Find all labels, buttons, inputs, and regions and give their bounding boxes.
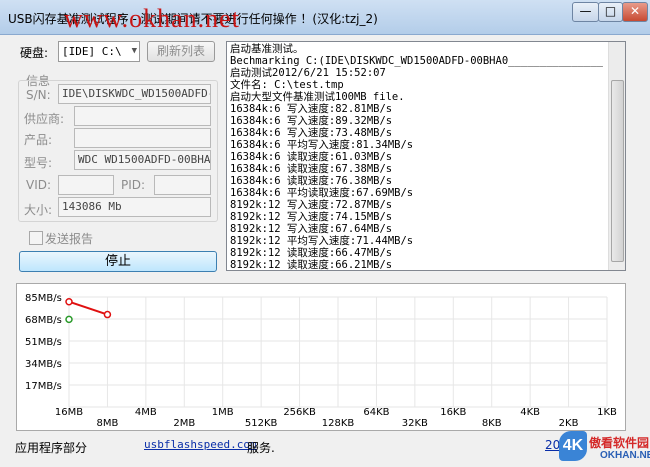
brand-url: OKHAN.NET bbox=[600, 450, 650, 461]
x-tick-label: 2MB bbox=[173, 418, 195, 429]
y-tick-label: 34MB/s bbox=[25, 359, 62, 370]
minimize-button[interactable]: — bbox=[572, 2, 599, 22]
sn-field: IDE\DISKWDC_WD1500ADFD-00 bbox=[58, 84, 211, 104]
data-point bbox=[103, 310, 112, 319]
status-right-text: 服务. bbox=[247, 441, 275, 455]
size-label: 大小: bbox=[24, 203, 53, 217]
x-tick-label: 512KB bbox=[245, 418, 278, 429]
log-line: 16384k:6 读取速度:67.38MB/s bbox=[230, 163, 393, 175]
x-tick-label: 64KB bbox=[363, 407, 389, 418]
vid-field bbox=[58, 175, 114, 195]
speed-chart-svg: 85MB/s 68MB/s 51MB/s 34MB/s 17MB/s 16MB 8MB 4MB… bbox=[25, 293, 617, 429]
model-field: WDC WD1500ADFD-00BHA0 bbox=[74, 150, 211, 170]
log-line: 8192k:12 读取速度:66.21MB/s bbox=[230, 259, 393, 271]
log-line: 16384k:6 写入速度:89.32MB/s bbox=[230, 115, 393, 127]
status-left-text: 应用程序部分 bbox=[15, 441, 88, 455]
x-tick-label: 32KB bbox=[402, 418, 428, 429]
log-line: 8192k:12 读取速度:66.47MB/s bbox=[230, 247, 393, 259]
refresh-list-button[interactable]: 刷新列表 bbox=[147, 41, 215, 62]
vendor-field bbox=[74, 106, 211, 126]
log-line: 16384k:6 写入速度:73.48MB/s bbox=[230, 127, 393, 139]
log-line: 8192k:12 写入速度:67.64MB/s bbox=[230, 223, 393, 235]
y-tick-label: 85MB/s bbox=[25, 293, 62, 304]
x-tick-label: 256KB bbox=[283, 407, 316, 418]
pid-label: PID: bbox=[121, 178, 146, 192]
x-tick-label: 1MB bbox=[212, 407, 234, 418]
year-link-fragment[interactable]: 20 bbox=[545, 438, 560, 452]
app-window: USB闪存基准测试程序 - 测试期间请不要进行任何操作 ！(汉化:tzj_2) … bbox=[0, 0, 650, 467]
x-tick-label: 2KB bbox=[559, 418, 579, 429]
log-scrollbar[interactable] bbox=[608, 42, 625, 270]
speed-chart: 85MB/s 68MB/s 51MB/s 34MB/s 17MB/s 16MB 8MB 4MB… bbox=[16, 283, 626, 431]
log-line: 启动基准测试。 bbox=[230, 43, 304, 55]
log-line: 启动测试2012/6/21 15:52:07 bbox=[230, 67, 386, 79]
log-textarea[interactable]: 启动基准测试。 Bechmarking C:(IDE\DISKWDC_WD1500… bbox=[226, 41, 626, 271]
log-line: 启动大型文件基准测试100MB file. bbox=[230, 91, 405, 103]
log-line: 8192k:12 写入速度:74.15MB/s bbox=[230, 211, 393, 223]
x-tick-label: 4MB bbox=[135, 407, 157, 418]
title-bar: USB闪存基准测试程序 - 测试期间请不要进行任何操作 ！(汉化:tzj_2) … bbox=[0, 0, 650, 35]
x-tick-label: 8MB bbox=[96, 418, 118, 429]
send-report-label: 发送报告 bbox=[45, 232, 94, 246]
log-line: 8192k:12 平均写入速度:71.44MB/s bbox=[230, 235, 414, 247]
log-line: 文件名: C:\test.tmp bbox=[230, 79, 344, 91]
x-tick-label: 4KB bbox=[520, 407, 540, 418]
maximize-button[interactable]: □ bbox=[598, 2, 623, 22]
send-report-checkbox[interactable] bbox=[29, 231, 43, 245]
drive-select[interactable]: [IDE] C:\ ▼ bbox=[58, 41, 140, 62]
log-line: 16384k:6 写入速度:82.81MB/s bbox=[230, 103, 393, 115]
log-line: Bechmarking C:(IDE\DISKWDC_WD1500ADFD-00… bbox=[230, 55, 603, 67]
product-label: 产品: bbox=[24, 133, 53, 147]
site-logo: 4K bbox=[559, 431, 587, 461]
log-line: 16384k:6 读取速度:61.03MB/s bbox=[230, 151, 393, 163]
pid-field bbox=[154, 175, 211, 195]
x-tick-label: 16MB bbox=[55, 407, 83, 418]
close-button[interactable]: ✕ bbox=[622, 2, 648, 22]
vid-label: VID: bbox=[26, 178, 52, 192]
y-tick-label: 51MB/s bbox=[25, 337, 62, 348]
y-tick-label: 68MB/s bbox=[25, 315, 62, 326]
drive-select-value: [IDE] C:\ bbox=[62, 45, 122, 58]
x-tick-label: 128KB bbox=[322, 418, 355, 429]
watermark: www.okhan.net bbox=[64, 4, 240, 33]
log-line: 16384k:6 平均读取速度:67.69MB/s bbox=[230, 187, 414, 199]
stop-button[interactable]: 停止 bbox=[19, 251, 217, 272]
model-label: 型号: bbox=[24, 156, 53, 170]
scrollbar-thumb[interactable] bbox=[611, 80, 624, 262]
usbflashspeed-link[interactable]: usbflashspeed.com bbox=[144, 438, 257, 451]
x-tick-label: 8KB bbox=[482, 418, 502, 429]
vendor-label: 供应商: bbox=[24, 112, 65, 126]
sn-label: S/N: bbox=[26, 88, 51, 102]
series-line bbox=[68, 300, 108, 316]
chevron-down-icon: ▼ bbox=[131, 46, 137, 56]
y-tick-label: 17MB/s bbox=[25, 381, 62, 392]
status-bar: 应用程序部分 usbflashspeed.com 服务. 20 bbox=[0, 434, 650, 467]
log-line: 16384k:6 读取速度:76.38MB/s bbox=[230, 175, 393, 187]
x-tick-label: 1KB bbox=[597, 407, 617, 418]
brand-name: 傲看软件园 bbox=[589, 436, 650, 450]
drive-label: 硬盘: bbox=[20, 46, 49, 60]
x-tick-label: 16KB bbox=[440, 407, 466, 418]
product-field bbox=[74, 128, 211, 148]
data-point bbox=[65, 297, 73, 306]
size-field: 143086 Mb bbox=[58, 197, 211, 217]
log-lines: 启动基准测试。 Bechmarking C:(IDE\DISKWDC_WD1500… bbox=[230, 43, 610, 271]
log-line: 8192k:12 写入速度:72.87MB/s bbox=[230, 199, 393, 211]
log-line: 16384k:6 平均写入速度:81.34MB/s bbox=[230, 139, 414, 151]
data-point bbox=[65, 315, 73, 324]
